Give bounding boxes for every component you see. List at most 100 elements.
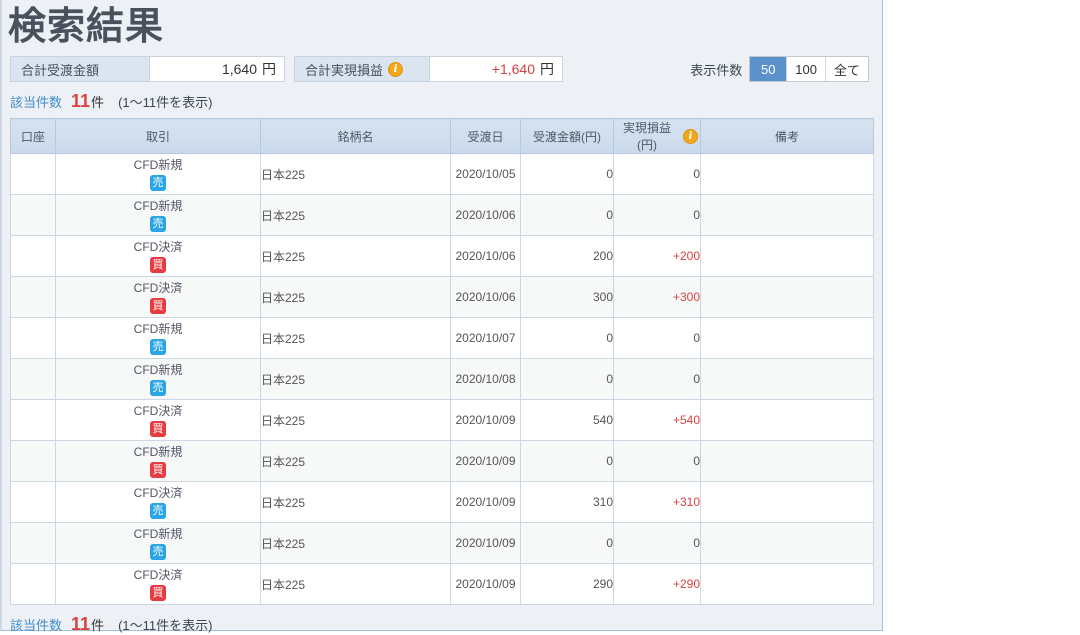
total-settlement-value: 1,640 円 bbox=[150, 57, 284, 81]
settle-date-cell: 2020/10/06 bbox=[450, 194, 521, 236]
account-cell bbox=[10, 440, 56, 482]
realized-pl-cell: +300 bbox=[613, 276, 701, 318]
table-row: CFD新規売日本225 2020/10/06 0 0 bbox=[10, 194, 874, 236]
settle-date-cell: 2020/10/09 bbox=[450, 522, 521, 564]
amount-cell: 0 bbox=[520, 153, 614, 195]
account-cell bbox=[10, 194, 56, 236]
page-title: 検索結果 bbox=[8, 6, 165, 48]
info-icon[interactable] bbox=[388, 61, 404, 77]
account-cell bbox=[10, 522, 56, 564]
account-cell bbox=[10, 563, 56, 605]
amount-cell: 300 bbox=[520, 276, 614, 318]
result-count-label: 該当件数 bbox=[10, 618, 63, 633]
sell-badge: 売 bbox=[150, 174, 166, 191]
realized-pl-cell: 0 bbox=[613, 358, 701, 400]
instrument-cell: 日本225 bbox=[260, 399, 451, 441]
amount-cell: 0 bbox=[520, 522, 614, 564]
note-cell bbox=[700, 153, 874, 195]
realized-pl-cell: +290 bbox=[613, 563, 701, 605]
settle-date-cell: 2020/10/06 bbox=[450, 235, 521, 277]
settle-date-cell: 2020/10/09 bbox=[450, 481, 521, 523]
trade-cell: CFD新規売 bbox=[55, 358, 261, 400]
instrument-cell: 日本225 bbox=[260, 440, 451, 482]
account-cell bbox=[10, 358, 56, 400]
info-icon[interactable] bbox=[683, 128, 698, 144]
trade-cell: CFD新規売 bbox=[55, 522, 261, 564]
table-row: CFD新規売日本225 2020/10/07 0 0 bbox=[10, 317, 874, 359]
result-count-range: (1〜11件を表示) bbox=[118, 618, 213, 633]
trade-type-label: CFD決済 bbox=[133, 567, 183, 582]
total-realized-pl-amount: +1,640 bbox=[491, 61, 535, 77]
instrument-cell: 日本225 bbox=[260, 358, 451, 400]
settle-date-cell: 2020/10/09 bbox=[450, 399, 521, 441]
account-cell bbox=[10, 481, 56, 523]
total-realized-pl-unit: 円 bbox=[540, 61, 554, 77]
trade-cell: CFD決済買 bbox=[55, 399, 261, 441]
total-realized-pl-box: 合計実現損益 +1,640 円 bbox=[294, 56, 563, 82]
settle-date-cell: 2020/10/05 bbox=[450, 153, 521, 195]
summary-row: 合計受渡金額 1,640 円 合計実現損益 +1,640 円 表示件数 50 1… bbox=[10, 56, 882, 82]
buy-badge: 買 bbox=[150, 420, 166, 437]
trade-type-label: CFD新規 bbox=[133, 198, 183, 213]
trade-cell: CFD決済買 bbox=[55, 563, 261, 605]
total-settlement-label: 合計受渡金額 bbox=[11, 57, 150, 81]
display-count-option-100[interactable]: 100 bbox=[786, 57, 825, 81]
display-count-button-group: 50 100 全て bbox=[749, 56, 869, 82]
trade-type-label: CFD決済 bbox=[133, 239, 183, 254]
display-count-option-50[interactable]: 50 bbox=[750, 57, 787, 81]
settle-date-cell: 2020/10/09 bbox=[450, 440, 521, 482]
realized-pl-cell: 0 bbox=[613, 194, 701, 236]
note-cell bbox=[700, 194, 874, 236]
realized-pl-cell: 0 bbox=[613, 153, 701, 195]
note-cell bbox=[700, 481, 874, 523]
instrument-cell: 日本225 bbox=[260, 235, 451, 277]
total-settlement-amount: 1,640 bbox=[221, 61, 257, 77]
trade-cell: CFD決済買 bbox=[55, 235, 261, 277]
table-row: CFD新規買日本225 2020/10/09 0 0 bbox=[10, 440, 874, 482]
realized-pl-cell: 0 bbox=[613, 522, 701, 564]
trade-cell: CFD新規売 bbox=[55, 153, 261, 195]
buy-badge: 買 bbox=[150, 461, 166, 478]
header-account: 口座 bbox=[10, 118, 56, 154]
note-cell bbox=[700, 317, 874, 359]
trade-type-label: CFD新規 bbox=[133, 157, 183, 172]
settle-date-cell: 2020/10/09 bbox=[450, 563, 521, 605]
table-row: CFD新規売日本225 2020/10/05 0 0 bbox=[10, 153, 874, 195]
display-count-option-all[interactable]: 全て bbox=[824, 57, 868, 81]
header-realized-pl: 実現損益(円) bbox=[613, 118, 701, 154]
amount-cell: 0 bbox=[520, 440, 614, 482]
settle-date-cell: 2020/10/06 bbox=[450, 276, 521, 318]
total-settlement-box: 合計受渡金額 1,640 円 bbox=[10, 56, 285, 82]
trade-cell: CFD決済買 bbox=[55, 276, 261, 318]
result-count-unit: 件 bbox=[91, 95, 105, 110]
results-table: 口座 取引 銘柄名 受渡日 受渡金額(円) 実現損益(円) 備考 CFD新規売日… bbox=[10, 118, 874, 605]
realized-pl-cell: 0 bbox=[613, 440, 701, 482]
result-count-unit: 件 bbox=[91, 618, 105, 633]
sell-badge: 売 bbox=[150, 543, 166, 560]
amount-cell: 0 bbox=[520, 317, 614, 359]
note-cell bbox=[700, 399, 874, 441]
note-cell bbox=[700, 235, 874, 277]
total-settlement-unit: 円 bbox=[262, 61, 276, 77]
table-header-row: 口座 取引 銘柄名 受渡日 受渡金額(円) 実現損益(円) 備考 bbox=[10, 118, 874, 154]
table-row: CFD新規売日本225 2020/10/09 0 0 bbox=[10, 522, 874, 564]
trade-cell: CFD決済売 bbox=[55, 481, 261, 523]
trade-type-label: CFD決済 bbox=[133, 403, 183, 418]
display-count-label: 表示件数 bbox=[690, 62, 743, 78]
trade-type-label: CFD新規 bbox=[133, 526, 183, 541]
sell-badge: 売 bbox=[150, 379, 166, 396]
note-cell bbox=[700, 276, 874, 318]
buy-badge: 買 bbox=[150, 584, 166, 601]
amount-cell: 0 bbox=[520, 358, 614, 400]
table-row: CFD決済買日本225 2020/10/06 200 +200 bbox=[10, 235, 874, 277]
trade-cell: CFD新規売 bbox=[55, 317, 261, 359]
result-count-number: 11 bbox=[71, 614, 91, 634]
search-results-panel: 検索結果 合計受渡金額 1,640 円 合計実現損益 +1,640 円 表示件数… bbox=[0, 0, 883, 634]
results-table-body: CFD新規売日本225 2020/10/05 0 0 CFD新規売日本225 2020/1… bbox=[10, 153, 874, 605]
table-row: CFD決済売日本225 2020/10/09 310 +310 bbox=[10, 481, 874, 523]
realized-pl-cell: 0 bbox=[613, 317, 701, 359]
table-row: CFD決済買日本225 2020/10/09 290 +290 bbox=[10, 563, 874, 605]
trade-type-label: CFD決済 bbox=[133, 280, 183, 295]
settle-date-cell: 2020/10/07 bbox=[450, 317, 521, 359]
table-row: CFD決済買日本225 2020/10/06 300 +300 bbox=[10, 276, 874, 318]
